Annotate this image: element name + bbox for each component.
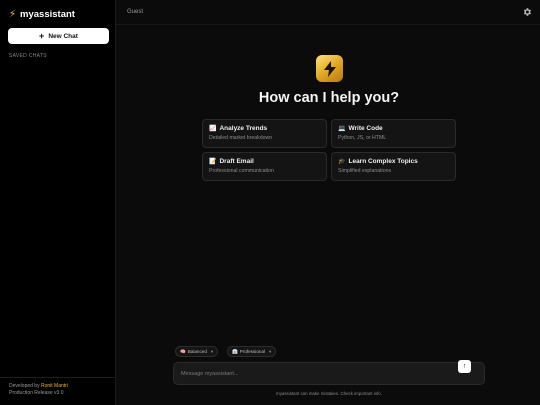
- gear-icon[interactable]: [522, 7, 532, 17]
- suggestion-card-learn-topics[interactable]: 🎓 Learn Complex Topics Simplified explana…: [331, 152, 456, 181]
- brand-name: myassistant: [20, 9, 75, 20]
- suggestion-subtitle: Professional communication: [209, 168, 274, 174]
- suggestion-subtitle: Simplified explanations: [338, 168, 392, 174]
- message-composer: ↑: [173, 360, 485, 385]
- suggestion-title: 🎓 Learn Complex Topics: [338, 158, 449, 165]
- suggestion-title-text: Analyze Trends: [219, 125, 268, 132]
- top-bar: Guest: [116, 0, 540, 25]
- release-version: Production Release v3.0: [9, 389, 64, 396]
- developer-credit: Developed by Ronit Mantri: [9, 383, 107, 390]
- suggestion-title-text: Learn Complex Topics: [348, 158, 418, 165]
- chart-icon: 📈: [209, 126, 217, 132]
- lightning-icon: [323, 60, 336, 77]
- hero-lightning-badge: [316, 55, 343, 82]
- chevron-down-icon: ▾: [269, 348, 272, 354]
- hero-title: How can I help you?: [258, 90, 400, 106]
- mode-select-value: Balanced: [187, 349, 207, 354]
- user-label: Guest: [127, 9, 144, 15]
- suggestion-title-text: Draft Email: [219, 158, 254, 165]
- saved-chats-heading: SAVED CHATS: [9, 53, 47, 59]
- message-input[interactable]: [181, 368, 451, 380]
- brand[interactable]: ⚡ myassistant: [9, 9, 75, 20]
- sidebar: ⚡ myassistant + New Chat SAVED CHATS Dev…: [0, 0, 116, 405]
- suggestion-title: 📈 Analyze Trends: [209, 125, 320, 132]
- suggestion-subtitle: Python, JS, or HTML: [338, 135, 387, 141]
- arrow-up-icon: ↑: [462, 363, 467, 370]
- suggestion-card-draft-email[interactable]: 📝 Draft Email Professional communication: [202, 152, 327, 181]
- chevron-down-icon: ▾: [210, 348, 214, 354]
- sidebar-footer: Developed by Ronit Mantri Production Rel…: [0, 377, 116, 397]
- tone-select-value: Professional: [239, 349, 266, 354]
- memo-icon: 📝: [209, 159, 217, 165]
- plus-icon: +: [39, 30, 45, 41]
- new-chat-button[interactable]: + New Chat: [8, 28, 109, 44]
- disclaimer: myassistant can make mistakes. Check imp…: [276, 391, 382, 396]
- brain-icon: 🧠: [180, 348, 186, 354]
- suggestion-card-write-code[interactable]: 💻 Write Code Python, JS, or HTML: [331, 119, 456, 148]
- send-button[interactable]: ↑: [458, 360, 471, 373]
- graduation-cap-icon: 🎓: [338, 159, 346, 165]
- suit-icon: 👔: [232, 348, 238, 354]
- developed-by-prefix: Developed by: [9, 383, 41, 389]
- laptop-icon: 💻: [338, 126, 346, 132]
- suggestion-title: 📝 Draft Email: [209, 158, 320, 165]
- new-chat-label: New Chat: [48, 32, 78, 40]
- suggestion-title: 💻 Write Code: [338, 125, 449, 132]
- lightning-icon: ⚡: [9, 9, 17, 20]
- author-name: Ronit Mantri: [40, 383, 68, 389]
- suggestion-card-analyze-trends[interactable]: 📈 Analyze Trends Detailed market breakdow…: [202, 119, 327, 148]
- suggestion-title-text: Write Code: [348, 125, 383, 132]
- tone-select[interactable]: 👔 Professional ▾: [227, 346, 277, 357]
- mode-select[interactable]: 🧠 Balanced ▾: [175, 346, 219, 357]
- suggestion-subtitle: Detailed market breakdown: [209, 135, 273, 141]
